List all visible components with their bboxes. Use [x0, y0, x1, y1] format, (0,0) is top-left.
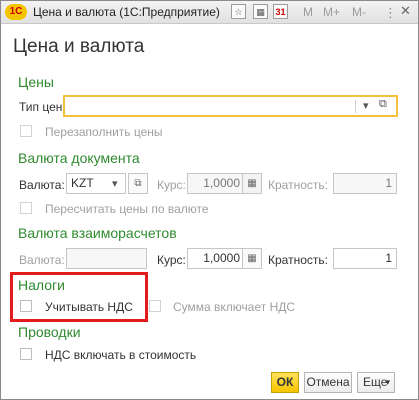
doc-currency-dropdown-icon[interactable]: ▾ [112, 177, 118, 190]
window-title: Цена и валюта (1С:Предприятие) [33, 5, 220, 19]
recalc-prices-checkbox[interactable] [20, 202, 32, 214]
more-button-label: Еще [363, 375, 388, 389]
refill-prices-label: Перезаполнить цены [45, 125, 163, 139]
more-button[interactable]: Еще ▾ [357, 372, 395, 393]
memory-minus-button[interactable]: M- [352, 5, 366, 19]
ok-button[interactable]: ОК [271, 372, 299, 393]
taxes-highlight-frame [10, 272, 148, 322]
memory-m-button[interactable]: M [303, 5, 313, 19]
settlement-currency-label: Валюта: [19, 253, 65, 267]
vat-included-checkbox[interactable] [149, 300, 161, 312]
doc-rate-input[interactable]: 1,0000 [187, 173, 245, 194]
settlement-multiplicity-label: Кратность: [268, 253, 328, 267]
doc-rate-calculator-icon[interactable]: ▦ [242, 173, 262, 194]
doc-currency-open-icon[interactable]: ⧉ [128, 173, 148, 194]
settlement-currency-input[interactable] [66, 248, 147, 269]
vat-in-cost-label: НДС включать в стоимость [45, 348, 197, 362]
calendar-icon[interactable]: 31 [273, 4, 288, 19]
title-bar: 1С Цена и валюта (1С:Предприятие) ☆ ▦ 31… [1, 1, 418, 24]
doc-currency-label: Валюта: [19, 178, 65, 192]
menu-dots-icon[interactable]: ⋮ [384, 5, 397, 21]
favorites-star-icon[interactable]: ☆ [231, 4, 246, 19]
form-title: Цена и валюта [13, 36, 145, 57]
recalc-prices-label: Пересчитать цены по валюте [45, 202, 209, 216]
memory-plus-button[interactable]: M+ [323, 5, 340, 19]
price-type-separator [355, 100, 356, 113]
settlement-rate-calculator-icon[interactable]: ▦ [242, 248, 262, 269]
app-logo[interactable]: 1С [5, 4, 27, 20]
price-type-dropdown-icon[interactable]: ▾ [363, 99, 369, 112]
calculator-icon[interactable]: ▦ [253, 4, 268, 19]
settlement-rate-input[interactable]: 1,0000 [187, 248, 245, 269]
price-type-input[interactable] [63, 95, 398, 117]
doc-multiplicity-label: Кратность: [268, 178, 328, 192]
more-chevron-down-icon: ▾ [385, 377, 390, 387]
dialog-window: 1С Цена и валюта (1С:Предприятие) ☆ ▦ 31… [0, 0, 419, 400]
vat-included-label: Сумма включает НДС [173, 300, 296, 314]
section-doc-currency-title: Валюта документа [18, 150, 140, 166]
settlement-multiplicity-input[interactable]: 1 [333, 248, 397, 269]
vat-in-cost-checkbox[interactable] [20, 348, 32, 360]
price-type-open-icon[interactable]: ⧉ [379, 98, 387, 111]
price-type-label: Тип цен: [19, 100, 66, 114]
refill-prices-checkbox[interactable] [20, 125, 32, 137]
settlement-rate-label: Курс: [157, 253, 186, 267]
close-icon[interactable]: ✕ [400, 3, 411, 19]
section-prices-title: Цены [18, 74, 54, 90]
cancel-button[interactable]: Отмена [304, 372, 352, 393]
doc-rate-label: Курс: [157, 178, 186, 192]
section-settlement-currency-title: Валюта взаиморасчетов [18, 225, 177, 241]
section-postings-title: Проводки [18, 324, 81, 340]
doc-multiplicity-input[interactable]: 1 [333, 173, 397, 194]
